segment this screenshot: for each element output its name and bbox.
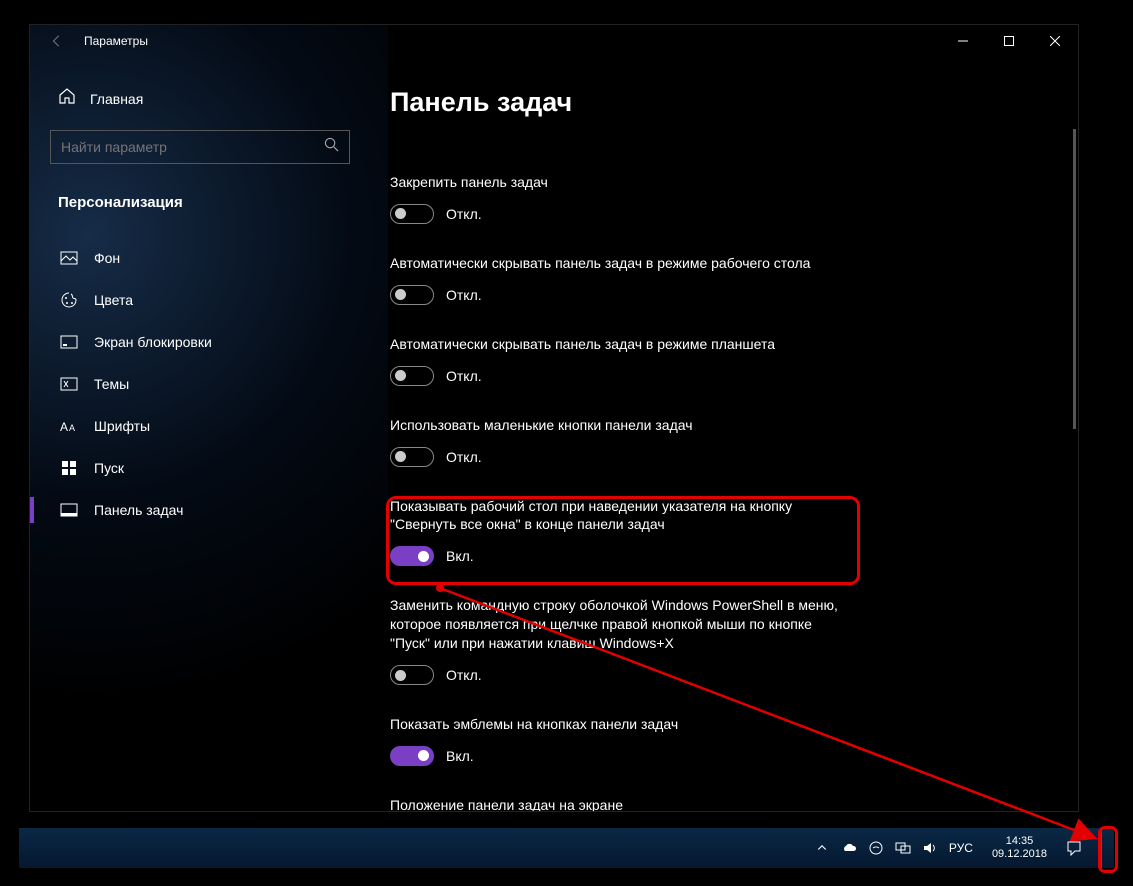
home-label: Главная (90, 91, 143, 107)
search-icon (324, 137, 339, 157)
taskbar-icon (60, 501, 78, 519)
page-heading: Панель задач (390, 87, 1048, 118)
show-desktop-button[interactable] (1101, 828, 1108, 868)
maximize-button[interactable] (986, 25, 1032, 57)
clock-date: 09.12.2018 (992, 848, 1047, 861)
toggle-state: Откл. (446, 206, 482, 222)
image-icon (60, 249, 78, 267)
toggle-switch[interactable] (390, 665, 434, 685)
setting-item: Положение панели задач на экране (390, 796, 840, 811)
setting-label: Положение панели задач на экране (390, 796, 840, 811)
toggle-state: Откл. (446, 449, 482, 465)
palette-icon (60, 291, 78, 309)
sidebar-item-label: Шрифты (94, 418, 150, 434)
home-link[interactable]: Главная (50, 77, 350, 120)
tray-app-icon[interactable] (868, 840, 884, 856)
windows-taskbar[interactable]: РУС 14:35 09.12.2018 (19, 828, 1114, 868)
svg-text:A: A (69, 423, 75, 433)
sidebar-item-label: Фон (94, 250, 120, 266)
start-icon (60, 459, 78, 477)
category-title: Персонализация (50, 186, 350, 219)
keyboard-language[interactable]: РУС (949, 841, 973, 855)
minimize-button[interactable] (940, 25, 986, 57)
toggle-switch[interactable] (390, 366, 434, 386)
scrollbar[interactable] (1073, 129, 1076, 429)
toggle-switch[interactable] (390, 285, 434, 305)
toggle-state: Откл. (446, 667, 482, 683)
setting-item: Автоматически скрывать панель задач в ре… (390, 335, 840, 386)
setting-label: Закрепить панель задач (390, 173, 840, 192)
toggle-state: Вкл. (446, 548, 474, 564)
window-title: Параметры (84, 34, 148, 48)
tray-overflow-icon[interactable] (814, 840, 830, 856)
clock-time: 14:35 (992, 835, 1047, 848)
setting-item: Автоматически скрывать панель задач в ре… (390, 254, 840, 305)
close-button[interactable] (1032, 25, 1078, 57)
setting-label: Показать эмблемы на кнопках панели задач (390, 715, 840, 734)
taskbar-clock[interactable]: 14:35 09.12.2018 (992, 835, 1047, 861)
sidebar-item-label: Темы (94, 376, 129, 392)
toggle-state: Откл. (446, 368, 482, 384)
sidebar-item-fonts[interactable]: AA Шрифты (50, 405, 350, 447)
sidebar-item-colors[interactable]: Цвета (50, 279, 350, 321)
sidebar-item-label: Экран блокировки (94, 334, 212, 350)
toggle-state: Откл. (446, 287, 482, 303)
back-button[interactable] (48, 32, 66, 50)
toggle-switch[interactable] (390, 204, 434, 224)
toggle-switch[interactable] (390, 447, 434, 467)
sidebar-item-label: Цвета (94, 292, 133, 308)
setting-label: Автоматически скрывать панель задач в ре… (390, 335, 840, 354)
toggle-state: Вкл. (446, 748, 474, 764)
fonts-icon: AA (60, 417, 78, 435)
sidebar-item-label: Пуск (94, 460, 124, 476)
setting-item: Показывать рабочий стол при наведении ук… (390, 497, 840, 567)
action-center-icon[interactable] (1066, 840, 1082, 856)
volume-icon[interactable] (922, 840, 938, 856)
network-icon[interactable] (895, 840, 911, 856)
setting-label: Показывать рабочий стол при наведении ук… (390, 497, 840, 535)
sidebar-item-themes[interactable]: Темы (50, 363, 350, 405)
setting-label: Заменить командную строку оболочкой Wind… (390, 596, 840, 653)
search-box[interactable] (50, 130, 350, 164)
svg-text:A: A (60, 420, 68, 434)
setting-item: Заменить командную строку оболочкой Wind… (390, 596, 840, 685)
sidebar-item-start[interactable]: Пуск (50, 447, 350, 489)
setting-item: Показать эмблемы на кнопках панели задач… (390, 715, 840, 766)
onedrive-icon[interactable] (841, 840, 857, 856)
sidebar-item-taskbar[interactable]: Панель задач (50, 489, 350, 531)
sidebar-item-label: Панель задач (94, 502, 183, 518)
setting-item: Закрепить панель задач Откл. (390, 173, 840, 224)
toggle-switch[interactable] (390, 746, 434, 766)
setting-label: Автоматически скрывать панель задач в ре… (390, 254, 840, 273)
themes-icon (60, 375, 78, 393)
search-input[interactable] (61, 139, 324, 155)
sidebar-item-background[interactable]: Фон (50, 237, 350, 279)
lockscreen-icon (60, 333, 78, 351)
setting-label: Использовать маленькие кнопки панели зад… (390, 416, 840, 435)
setting-item: Использовать маленькие кнопки панели зад… (390, 416, 840, 467)
home-icon (58, 87, 76, 110)
toggle-switch[interactable] (390, 546, 434, 566)
sidebar-item-lockscreen[interactable]: Экран блокировки (50, 321, 350, 363)
